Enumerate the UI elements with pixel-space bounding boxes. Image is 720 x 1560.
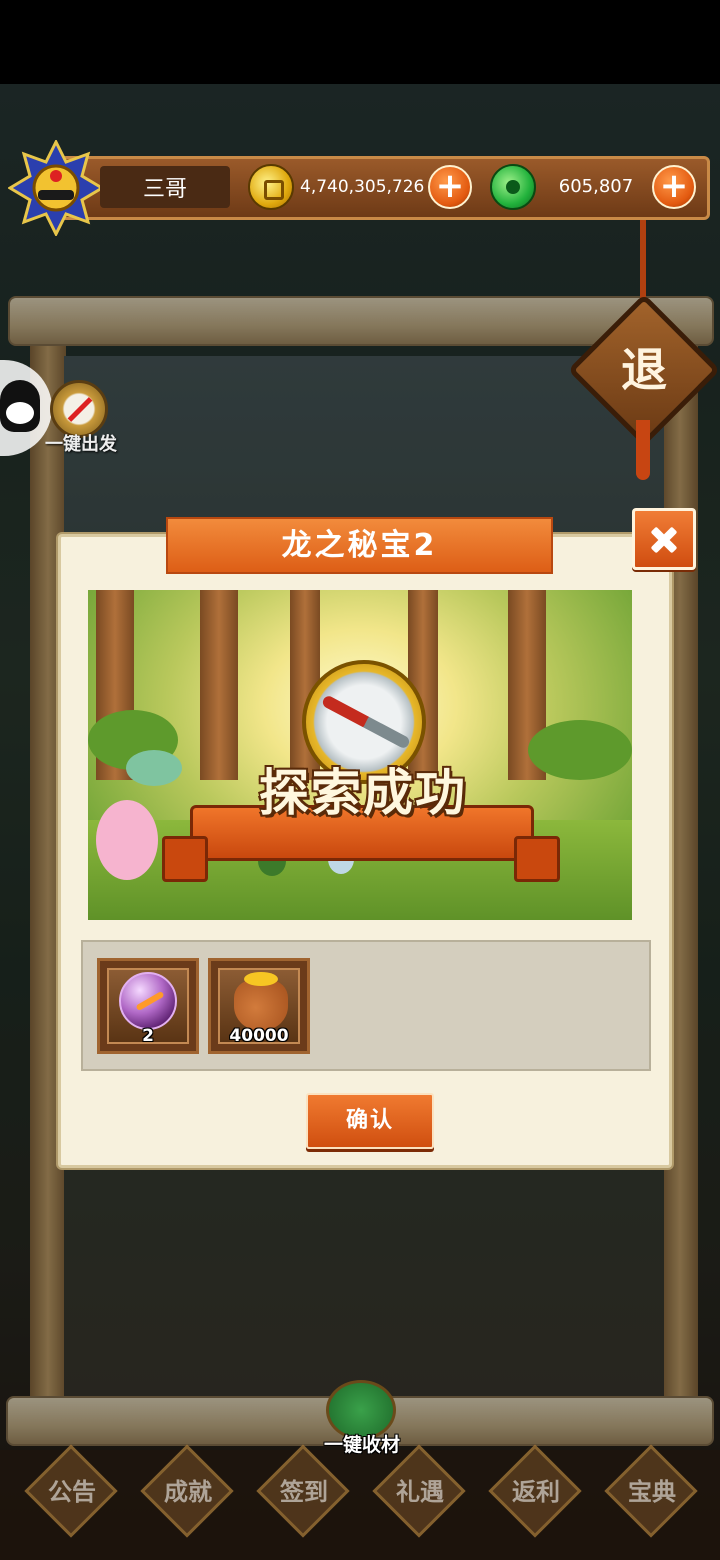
- nav-announcement[interactable]: 公告: [18, 1444, 126, 1538]
- ribbon-end-left: [162, 836, 208, 882]
- dialog-title: 龙之秘宝2: [281, 528, 438, 563]
- reward-item[interactable]: 40000: [208, 958, 310, 1054]
- one-key-depart-label[interactable]: 一键出发: [36, 430, 126, 458]
- reward-count: 40000: [229, 1026, 289, 1046]
- rank-emblem-icon: [7, 138, 105, 238]
- nav-label: 成就: [164, 1478, 212, 1506]
- ribbon-end-right: [514, 836, 560, 882]
- gold-amount: 4,740,305,726: [300, 177, 425, 197]
- nav-label: 返利: [512, 1478, 560, 1506]
- close-button[interactable]: [632, 508, 696, 570]
- reward-count: 2: [142, 1026, 154, 1046]
- nav-label: 公告: [48, 1478, 96, 1506]
- dragon-character: [126, 750, 182, 786]
- tree-trunk: [200, 590, 238, 780]
- gold-coin-icon: [248, 164, 294, 210]
- nav-label: 签到: [280, 1478, 328, 1506]
- nav-guide[interactable]: 宝典: [598, 1444, 706, 1538]
- add-gold-button[interactable]: +: [428, 165, 472, 209]
- retreat-label: 退: [621, 343, 667, 397]
- status-bar-area: [0, 0, 720, 84]
- confirm-button[interactable]: 确认: [306, 1093, 434, 1149]
- nav-gift[interactable]: 礼遇: [366, 1444, 474, 1538]
- nav-rebate[interactable]: 返利: [482, 1444, 590, 1538]
- nav-checkin[interactable]: 签到: [250, 1444, 358, 1538]
- qq-penguin-icon: [0, 380, 40, 432]
- purple-orb-icon: [119, 972, 177, 1030]
- exploration-success-text: 探索成功: [259, 764, 467, 822]
- add-jade-button[interactable]: +: [652, 165, 696, 209]
- player-name: 三哥: [100, 166, 230, 208]
- nav-label: 礼遇: [396, 1478, 444, 1506]
- reward-item[interactable]: 2: [97, 958, 199, 1054]
- bush: [528, 720, 632, 780]
- jade-amount: 605,807: [558, 176, 634, 197]
- nav-label: 宝典: [628, 1478, 676, 1506]
- tassel-decoration: [636, 420, 650, 480]
- nav-achievement[interactable]: 成就: [134, 1444, 242, 1538]
- jade-coin-icon: [490, 164, 536, 210]
- girl-character: [96, 800, 158, 880]
- player-avatar[interactable]: [7, 138, 105, 238]
